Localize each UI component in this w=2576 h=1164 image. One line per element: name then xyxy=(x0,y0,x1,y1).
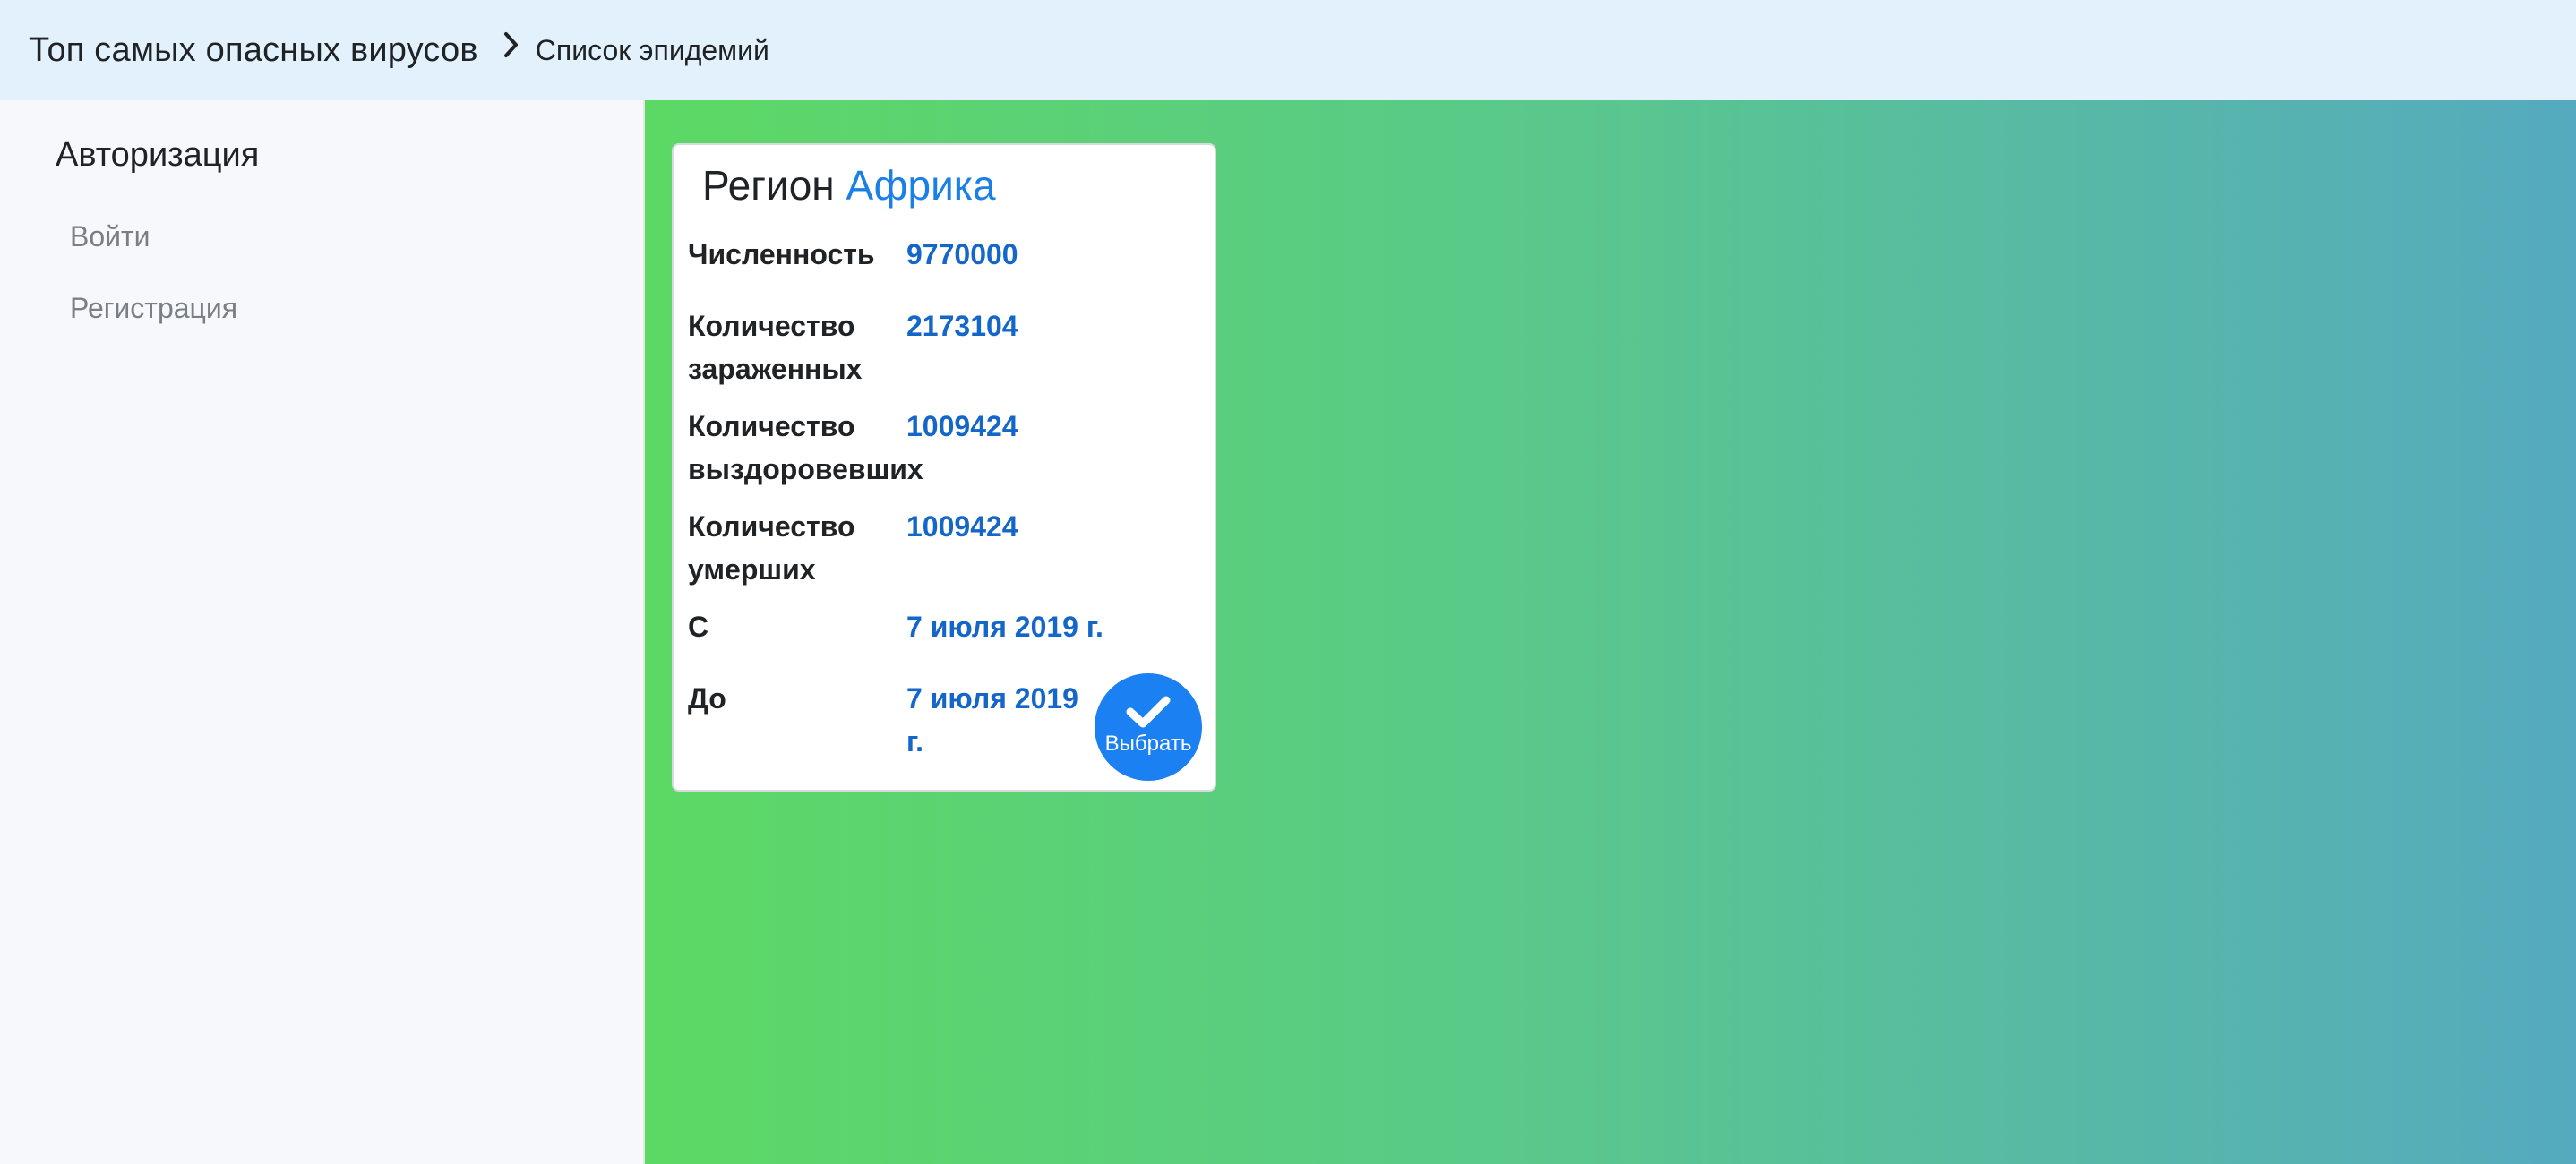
sidebar-title: Авторизация xyxy=(56,136,260,174)
select-button-label: Выбрать xyxy=(1104,732,1192,756)
card-title-prefix: Регион xyxy=(702,162,835,209)
population-label: Численность xyxy=(688,238,875,270)
end-date-value: 7 июля 2019 г. xyxy=(906,682,1078,757)
main-content: Регион Африка Численность 9770000 Количе… xyxy=(645,100,2576,1164)
start-date-value: 7 июля 2019 г. xyxy=(906,611,1103,643)
recovered-label: Количество выздоровевших xyxy=(688,410,923,485)
region-name: Африка xyxy=(846,162,996,209)
end-date-label: До xyxy=(688,682,726,715)
app-window: Топ самых опасных вирусов Список эпидеми… xyxy=(0,0,2576,1164)
deaths-label: Количество умерших xyxy=(688,510,855,586)
header-bar: Топ самых опасных вирусов Список эпидеми… xyxy=(0,0,2576,100)
sidebar-item-register[interactable]: Регистрация xyxy=(70,292,237,325)
infected-value: 2173104 xyxy=(906,310,1018,342)
card-title: Регион Африка xyxy=(702,161,996,210)
breadcrumb-current: Список эпидемий xyxy=(535,33,769,66)
deaths-value: 1009424 xyxy=(906,510,1018,543)
sidebar: Авторизация Войти Регистрация xyxy=(0,100,645,1164)
sidebar-item-login[interactable]: Войти xyxy=(70,220,150,253)
population-value: 9770000 xyxy=(906,238,1018,270)
recovered-value: 1009424 xyxy=(906,410,1018,442)
chevron-right-icon xyxy=(498,27,525,63)
breadcrumb-root[interactable]: Топ самых опасных вирусов xyxy=(29,31,478,70)
infected-label: Количество зараженных xyxy=(688,310,863,385)
check-icon xyxy=(1126,696,1171,728)
epidemic-card: Регион Африка Численность 9770000 Количе… xyxy=(672,143,1216,792)
select-button[interactable]: Выбрать xyxy=(1095,673,1202,781)
start-date-label: С xyxy=(688,611,709,643)
